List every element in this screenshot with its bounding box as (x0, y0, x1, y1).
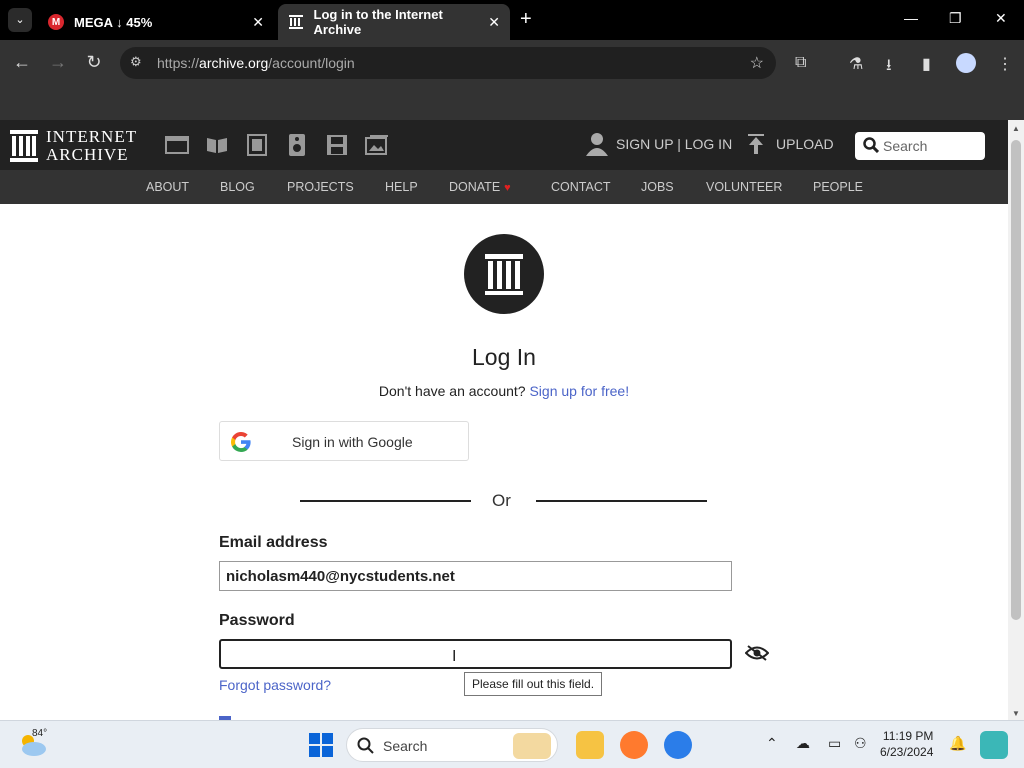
logo-text-line1: INTERNET (46, 127, 138, 146)
audio-icon[interactable] (285, 134, 309, 156)
search-icon (357, 737, 374, 754)
display-icon[interactable]: ▭ (828, 735, 841, 752)
tab-title: MEGA ↓ 45% (74, 14, 153, 30)
video-icon[interactable] (245, 134, 269, 156)
notification-bell-icon[interactable]: 🔔 (949, 735, 966, 752)
scrollbar-thumb[interactable] (1011, 140, 1021, 620)
nav-about[interactable]: ABOUT (146, 180, 189, 194)
divider-left (300, 500, 471, 502)
nav-contact[interactable]: CONTACT (551, 180, 611, 194)
chrome-icon[interactable] (664, 731, 692, 759)
restore-icon[interactable]: ❐ (949, 10, 962, 27)
scroll-up-icon[interactable]: ▲ (1012, 124, 1020, 133)
page-title: Log In (472, 344, 536, 370)
nav-people[interactable]: PEOPLE (813, 180, 863, 194)
menu-kebab-icon[interactable]: ⋮ (997, 54, 1013, 74)
reload-icon[interactable]: ↻ (83, 52, 105, 73)
windows-taskbar: 84° Search ⌃ ☁ ▭ ⚇ 11:19 PM 6/23/2024 🔔 (0, 720, 1024, 768)
tab-archive-login[interactable]: Log in to the Internet Archive ✕ (278, 4, 510, 40)
forgot-password-link[interactable]: Forgot password? (219, 677, 331, 693)
mega-icon: M (48, 14, 64, 30)
google-signin-button[interactable]: Sign in with Google (219, 421, 469, 461)
user-icon (586, 133, 608, 156)
validation-tooltip: Please fill out this field. (464, 672, 603, 696)
ia-nav-bar: ABOUT BLOG PROJECTS HELP DONATE ♥ CONTACT… (0, 170, 1008, 204)
show-password-eye-icon[interactable] (745, 644, 769, 662)
tab-search-chevron-icon[interactable]: ⌄ (8, 8, 32, 32)
upload-icon (748, 134, 764, 154)
ia-top-bar: INTERNET ARCHIVE SIGN UP | LOG IN UPLOAD… (0, 120, 1008, 170)
browser-tab-bar: ⌄ M MEGA ↓ 45% ✕ Log in to the Internet … (0, 0, 1024, 40)
page-scrollbar[interactable]: ▲ ▼ (1008, 120, 1024, 720)
text-cursor-icon: I (452, 648, 457, 665)
google-icon (231, 432, 251, 452)
extensions-puzzle-icon[interactable]: ⧉ (795, 54, 806, 72)
weather-widget[interactable]: 84° (18, 728, 48, 764)
minimize-icon[interactable]: — (904, 10, 918, 26)
close-tab-icon[interactable]: ✕ (252, 14, 264, 31)
close-window-icon[interactable]: ✕ (995, 10, 1007, 27)
scroll-down-icon[interactable]: ▼ (1012, 709, 1020, 718)
close-tab-icon[interactable]: ✕ (488, 14, 500, 31)
web-icon[interactable] (165, 134, 189, 156)
side-panel-icon[interactable]: ▮ (922, 54, 931, 74)
password-field[interactable] (219, 639, 732, 669)
tab-title: Log in to the Internet Archive (313, 7, 443, 37)
or-separator: Or (492, 491, 511, 510)
firefox-icon[interactable] (620, 731, 648, 759)
bookmark-star-icon[interactable]: ☆ (750, 53, 764, 73)
signup-login-link[interactable]: SIGN UP | LOG IN (586, 132, 732, 156)
copilot-icon[interactable] (980, 731, 1008, 759)
network-icon[interactable]: ⚇ (854, 735, 867, 752)
search-icon (863, 137, 879, 153)
profile-avatar-icon[interactable] (956, 53, 976, 73)
page-viewport: INTERNET ARCHIVE SIGN UP | LOG IN UPLOAD… (0, 120, 1008, 720)
signup-prompt: Don't have an account? Sign up for free! (378, 383, 630, 399)
nav-help[interactable]: HELP (385, 180, 418, 194)
logo-text-line2: ARCHIVE (46, 145, 129, 164)
site-info-icon[interactable]: ⚙ (130, 54, 142, 70)
nav-donate[interactable]: DONATE ♥ (449, 180, 511, 194)
images-icon[interactable] (365, 134, 389, 156)
heart-icon: ♥ (504, 182, 511, 194)
archive-temple-icon (10, 130, 38, 162)
labs-flask-icon[interactable]: ⚗ (849, 54, 863, 74)
texts-icon[interactable] (205, 134, 229, 156)
password-label: Password (219, 612, 295, 629)
windows-start-icon[interactable] (307, 731, 335, 759)
divider-right (536, 500, 707, 502)
upload-link[interactable]: UPLOAD (746, 134, 834, 154)
taskbar-search-input[interactable]: Search (346, 728, 558, 762)
ia-search-input[interactable]: Search (855, 132, 985, 160)
forward-arrow-icon[interactable]: → (47, 52, 69, 73)
back-arrow-icon[interactable]: ← (11, 52, 33, 73)
url-text[interactable]: https://archive.org/account/login (157, 55, 355, 71)
address-bar[interactable]: ⚙ https://archive.org/account/login ☆ (120, 47, 776, 79)
email-field[interactable] (219, 561, 732, 591)
system-clock[interactable]: 11:19 PM 6/23/2024 (880, 728, 933, 760)
onedrive-icon[interactable]: ☁ (796, 735, 810, 752)
nav-jobs[interactable]: JOBS (641, 180, 674, 194)
archive-temple-icon (485, 254, 523, 295)
download-icon[interactable]: ⭳ (886, 54, 892, 81)
signup-link[interactable]: Sign up for free! (529, 383, 629, 399)
nav-blog[interactable]: BLOG (220, 180, 255, 194)
new-tab-plus-icon[interactable]: + (520, 8, 532, 31)
nav-volunteer[interactable]: VOLUNTEER (706, 180, 782, 194)
file-explorer-icon[interactable] (576, 731, 604, 759)
archive-icon (288, 14, 304, 30)
search-highlight-icon (513, 733, 551, 759)
ia-logo[interactable]: INTERNET ARCHIVE (10, 128, 137, 164)
archive-logo-circle (464, 234, 544, 314)
email-label: Email address (219, 534, 328, 551)
software-icon[interactable] (325, 134, 349, 156)
show-hidden-icons-chevron-icon[interactable]: ⌃ (766, 735, 778, 752)
tab-mega[interactable]: M MEGA ↓ 45% ✕ (38, 4, 274, 40)
nav-projects[interactable]: PROJECTS (287, 180, 354, 194)
